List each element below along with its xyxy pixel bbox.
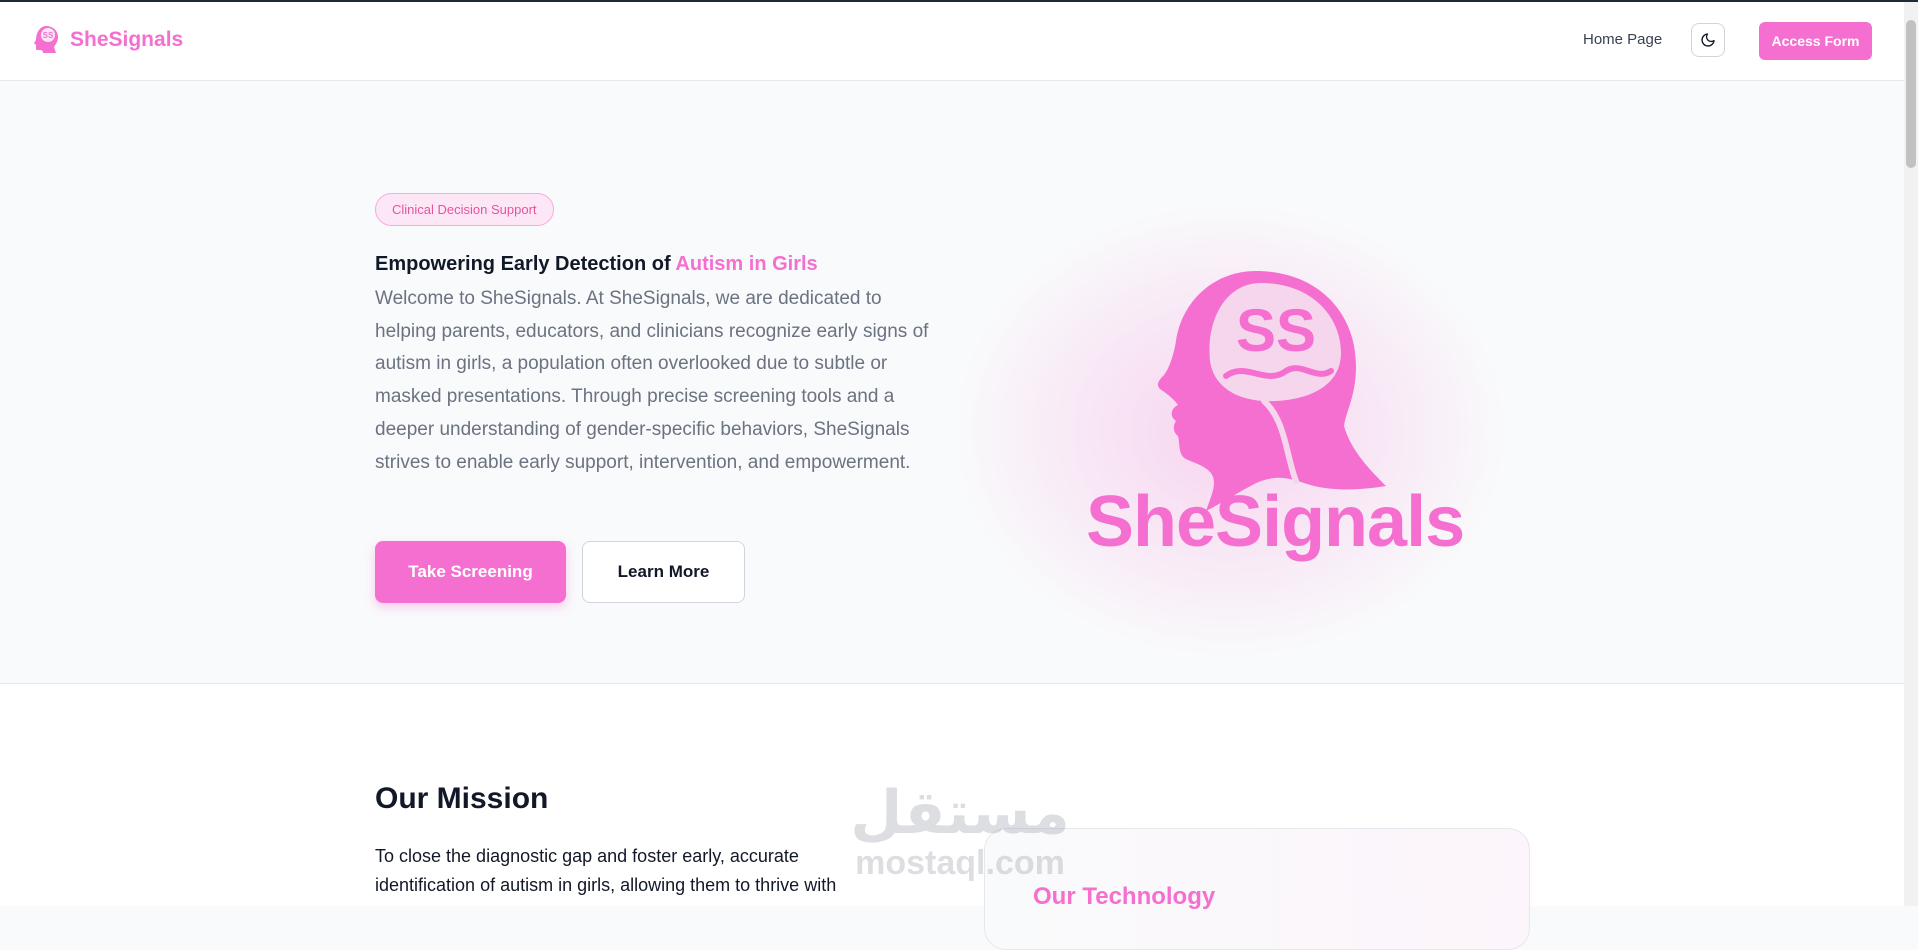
brand[interactable]: SS SheSignals	[32, 24, 183, 56]
take-screening-button[interactable]: Take Screening	[375, 541, 566, 603]
hero-badge: Clinical Decision Support	[375, 193, 554, 226]
hero-logo-monogram: SS	[1236, 297, 1316, 364]
svg-text:SS: SS	[43, 31, 54, 40]
mission-section: Our Mission To close the diagnostic gap …	[0, 684, 1904, 950]
site-header: SS SheSignals Home Page Access Form	[0, 2, 1904, 81]
hero-section: Clinical Decision Support Empowering Ear…	[0, 81, 1904, 684]
technology-card-title: Our Technology	[1033, 883, 1216, 910]
learn-more-button[interactable]: Learn More	[582, 541, 745, 603]
moon-icon	[1701, 33, 1715, 47]
hero-logo-wordmark: SheSignals	[1086, 482, 1465, 562]
hero-title-accent: Autism in Girls	[675, 253, 818, 275]
hero-title-prefix: Empowering Early Detection of	[375, 253, 676, 275]
brand-name: SheSignals	[70, 28, 184, 51]
access-form-button[interactable]: Access Form	[1759, 22, 1872, 60]
scrollbar-thumb[interactable]	[1906, 20, 1916, 168]
technology-card: Our Technology	[984, 828, 1530, 950]
mission-title: Our Mission	[375, 782, 549, 815]
brand-logo-icon: SS	[34, 26, 58, 53]
mission-text: To close the diagnostic gap and foster e…	[375, 846, 837, 895]
hero-title: Empowering Early Detection of Autism in …	[375, 253, 818, 276]
theme-toggle-button[interactable]	[1691, 23, 1725, 57]
nav-home-link[interactable]: Home Page	[1583, 31, 1662, 48]
hero-description: Welcome to SheSignals. At SheSignals, we…	[375, 288, 929, 473]
